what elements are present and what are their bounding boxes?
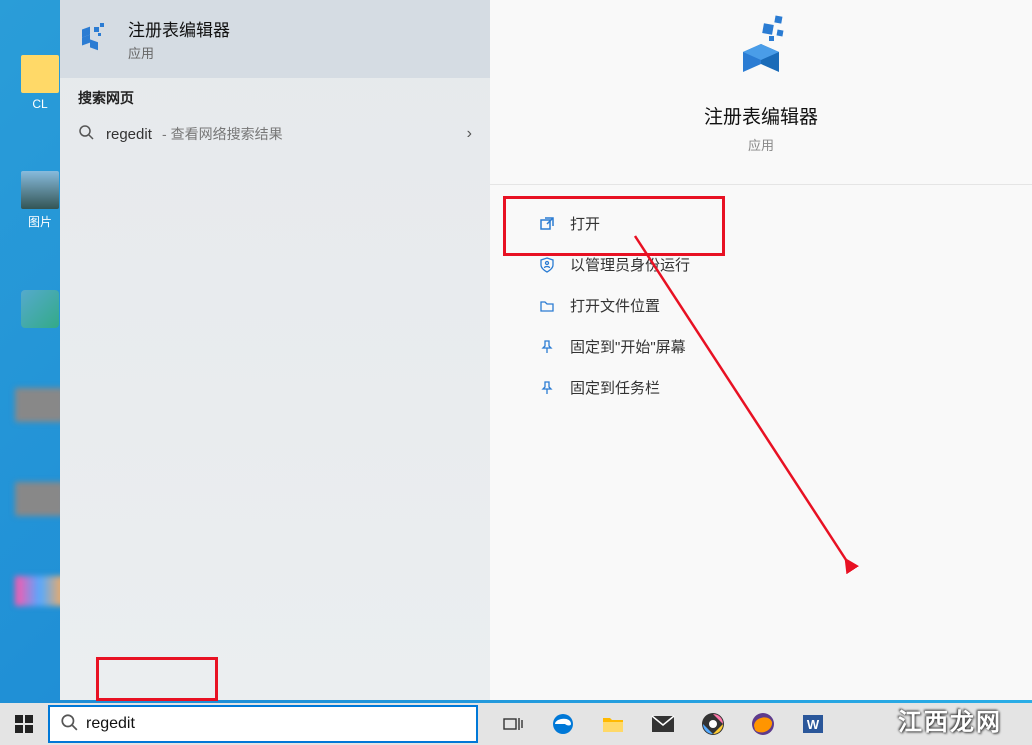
edge-icon[interactable] [550,711,576,737]
word-icon[interactable]: W [800,711,826,737]
admin-icon [538,256,556,274]
desktop-icon-blurred[interactable] [15,388,65,422]
search-icon [78,124,94,144]
action-open[interactable]: 打开 [490,203,1032,244]
search-box[interactable] [48,705,478,743]
desktop-icon-blurred[interactable] [15,482,65,516]
task-view-icon[interactable] [500,711,526,737]
svg-text:W: W [807,717,820,732]
file-explorer-icon[interactable] [600,711,626,737]
search-preview-column: 注册表编辑器 应用 打开 以管理员身份运行 [490,0,1032,700]
chevron-right-icon: › [467,125,472,143]
taskbar: W [0,703,1032,745]
pin-start-icon [538,338,556,356]
mail-icon[interactable] [650,711,676,737]
regedit-large-icon [725,12,797,84]
search-left-column: 注册表编辑器 应用 搜索网页 regedit - 查看网络搜索结果 › [60,0,490,700]
search-results-panel: 注册表编辑器 应用 搜索网页 regedit - 查看网络搜索结果 › [60,0,1032,700]
watermark: 江西龙网 [898,702,1002,737]
best-match-item[interactable]: 注册表编辑器 应用 [60,0,490,78]
preview-title: 注册表编辑器 [704,102,818,129]
action-open-location[interactable]: 打开文件位置 [490,285,1032,326]
action-label: 以管理员身份运行 [570,254,690,275]
preview-header: 注册表编辑器 应用 [490,0,1032,185]
action-list: 打开 以管理员身份运行 打开文件位置 [490,185,1032,426]
desktop-icon-label: 图片 [28,213,52,230]
best-match-title: 注册表编辑器 [128,16,230,41]
start-button[interactable] [0,703,48,745]
web-suffix: - 查看网络搜索结果 [162,126,283,142]
action-run-admin[interactable]: 以管理员身份运行 [490,244,1032,285]
desktop-icons: CL 图片 [15,55,65,606]
action-pin-start[interactable]: 固定到"开始"屏幕 [490,326,1032,367]
pin-taskbar-icon [538,379,556,397]
action-label: 打开文件位置 [570,295,660,316]
taskbar-apps: W [500,711,826,737]
search-icon [60,713,78,736]
preview-subtitle: 应用 [748,135,774,154]
open-icon [538,215,556,233]
search-input[interactable] [86,715,466,733]
web-section-header: 搜索网页 [60,78,490,114]
web-search-item[interactable]: regedit - 查看网络搜索结果 › [60,114,490,154]
action-label: 固定到任务栏 [570,377,660,398]
web-query: regedit [106,126,152,143]
action-pin-taskbar[interactable]: 固定到任务栏 [490,367,1032,408]
action-label: 固定到"开始"屏幕 [570,336,686,357]
folder-icon [538,297,556,315]
regedit-icon [78,21,114,57]
desktop-icon-folder[interactable]: CL [15,55,65,111]
best-match-subtitle: 应用 [128,43,230,62]
action-label: 打开 [570,213,600,234]
desktop-icon-settings[interactable] [15,290,65,328]
desktop-icon-pictures[interactable]: 图片 [15,171,65,230]
browser-icon[interactable] [700,711,726,737]
desktop-icon-label: CL [32,97,47,111]
firefox-icon[interactable] [750,711,776,737]
desktop-icon-blurred[interactable] [15,576,65,606]
